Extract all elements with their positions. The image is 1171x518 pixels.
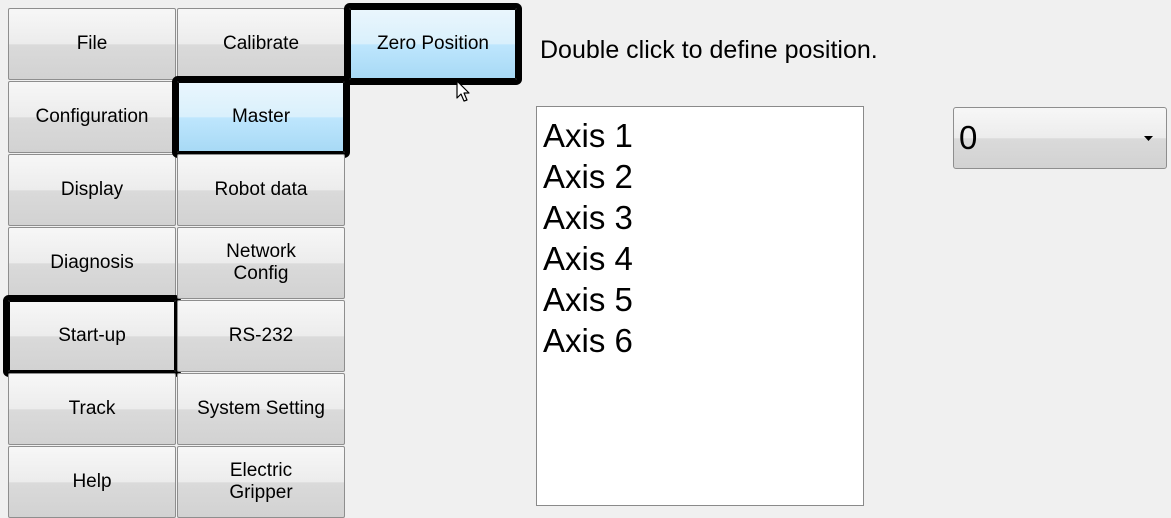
menu-button-robot-data[interactable]: Robot data bbox=[177, 154, 345, 226]
chevron-down-icon bbox=[1142, 132, 1154, 144]
list-item-axis-5[interactable]: Axis 5 bbox=[543, 279, 857, 320]
dropdown-value: 0 bbox=[959, 119, 978, 156]
list-item-axis-4[interactable]: Axis 4 bbox=[543, 238, 857, 279]
instruction-text: Double click to define position. bbox=[540, 36, 878, 64]
menu-button-diagnosis[interactable]: Diagnosis bbox=[8, 227, 176, 299]
axis-listbox[interactable]: Axis 1 Axis 2 Axis 3 Axis 4 Axis 5 Axis … bbox=[536, 106, 864, 506]
list-item-axis-3[interactable]: Axis 3 bbox=[543, 197, 857, 238]
menu-button-system-setting[interactable]: System Setting bbox=[177, 373, 345, 445]
menu-button-calibrate[interactable]: Calibrate bbox=[177, 8, 345, 80]
menu-button-configuration[interactable]: Configuration bbox=[8, 81, 176, 153]
menu-button-zero-position[interactable]: Zero Position bbox=[349, 8, 517, 80]
menu-button-start-up[interactable]: Start-up bbox=[8, 300, 176, 372]
list-item-axis-1[interactable]: Axis 1 bbox=[543, 115, 857, 156]
menu-button-master[interactable]: Master bbox=[177, 81, 345, 153]
menu-button-help[interactable]: Help bbox=[8, 446, 176, 518]
position-dropdown[interactable]: 0 bbox=[953, 107, 1167, 169]
list-item-axis-6[interactable]: Axis 6 bbox=[543, 320, 857, 361]
menu-button-track[interactable]: Track bbox=[8, 373, 176, 445]
menu-button-file[interactable]: File bbox=[8, 8, 176, 80]
menu-button-rs-232[interactable]: RS-232 bbox=[177, 300, 345, 372]
menu-button-electric-gripper[interactable]: Electric Gripper bbox=[177, 446, 345, 518]
menu-button-display[interactable]: Display bbox=[8, 154, 176, 226]
mouse-pointer-icon bbox=[456, 80, 470, 102]
menu-button-network-config[interactable]: Network Config bbox=[177, 227, 345, 299]
list-item-axis-2[interactable]: Axis 2 bbox=[543, 156, 857, 197]
